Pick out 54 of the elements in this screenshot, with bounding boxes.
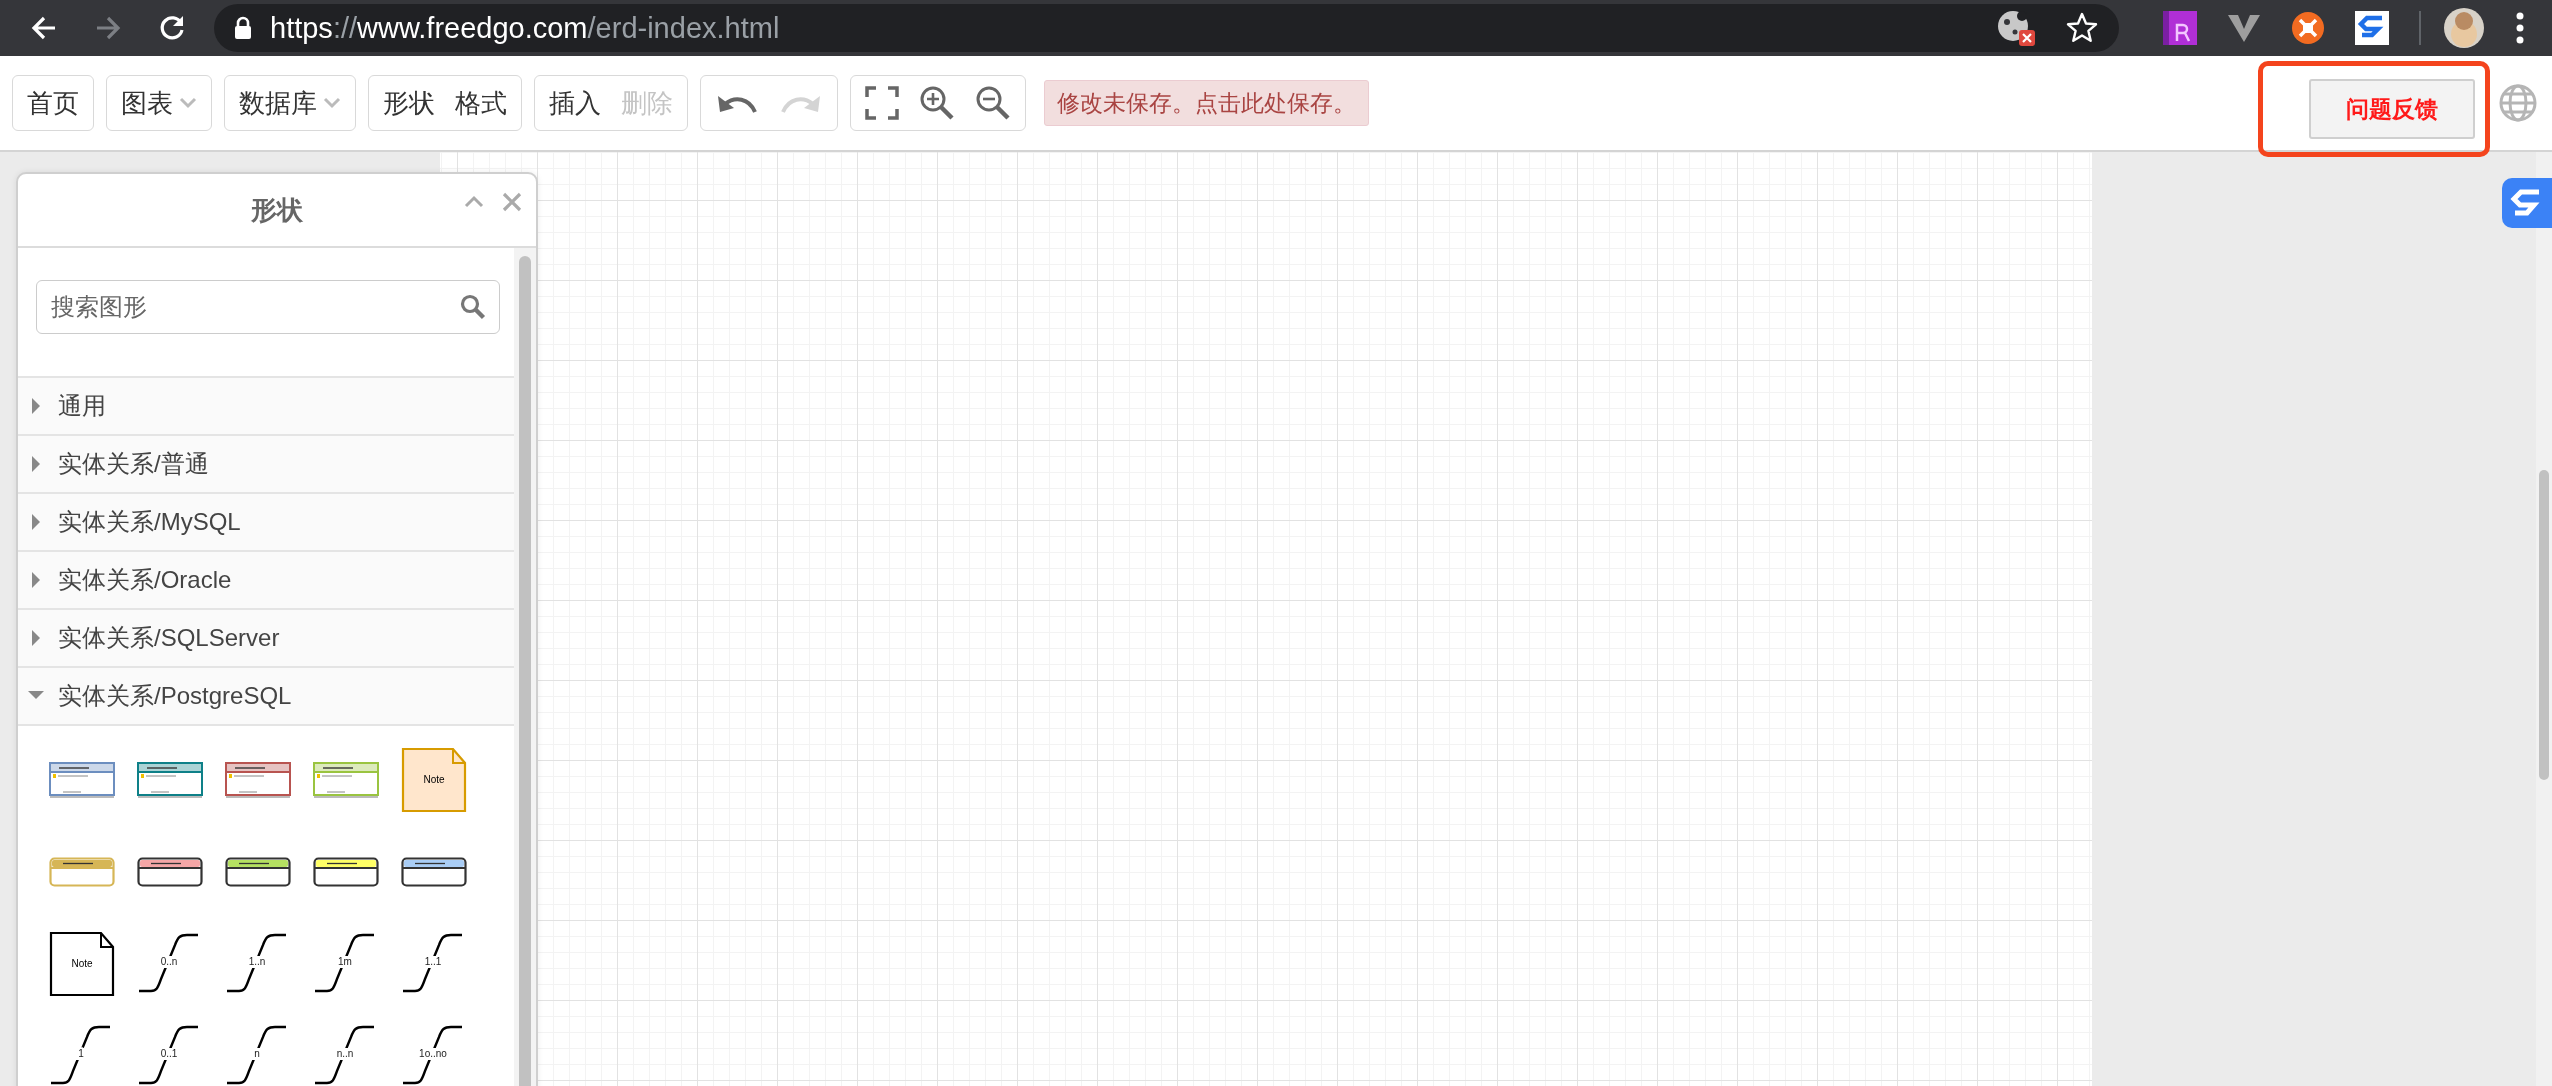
connector-icon [227, 933, 286, 993]
connector-icon [403, 1025, 462, 1085]
shape-label: 1..n [248, 956, 266, 967]
cross-circle-icon[interactable] [2291, 11, 2325, 45]
menu-button[interactable]: 数据库 [229, 77, 351, 129]
shape-label: Note [423, 774, 445, 785]
fullscreen-icon [865, 86, 899, 120]
category-item[interactable]: 实体关系/普通 [18, 436, 514, 494]
menu-icon[interactable] [2515, 11, 2525, 45]
shape-label: 0..1 [160, 1048, 178, 1059]
s-logo-icon[interactable] [2502, 178, 2552, 228]
connector-icon [403, 933, 462, 993]
connector-icon [315, 1025, 374, 1085]
category-item[interactable]: 实体关系/PostgreSQL [18, 668, 514, 726]
connector-icon [139, 1025, 198, 1085]
url-text[interactable]: https://www.freedgo.com/erd-index.html [270, 11, 780, 45]
shape-label: n [254, 1048, 260, 1059]
menu-button[interactable]: 格式 [445, 77, 517, 129]
search-icon [460, 294, 486, 320]
shape-label: 1o..no [419, 1048, 447, 1059]
category-item[interactable]: 实体关系/SQLServer [18, 610, 514, 668]
unsaved-notice[interactable]: 修改未保存。点击此处保存。 [1044, 80, 1369, 126]
menu-button[interactable]: 插入 [539, 77, 611, 129]
shape-label: n..n [336, 1048, 354, 1059]
avatar-icon[interactable] [2443, 7, 2485, 49]
connector-icon [227, 1025, 286, 1085]
caret-icon [323, 97, 341, 109]
connector-icon [139, 933, 198, 993]
feedback-button[interactable]: 问题反馈 [2309, 79, 2475, 139]
zoom-in-icon [919, 85, 955, 121]
star-icon[interactable] [2065, 11, 2099, 45]
category-item[interactable]: 实体关系/Oracle [18, 552, 514, 610]
search-field[interactable]: 搜索图形 [36, 280, 500, 334]
rp-extension-icon[interactable] [2163, 11, 2197, 45]
category-item[interactable]: 实体关系/MySQL [18, 494, 514, 552]
address-bar[interactable]: https://www.freedgo.com/erd-index.html [214, 4, 2119, 52]
shape-label: 1 [78, 1048, 84, 1059]
caret-icon [179, 97, 197, 109]
shape-label: 1m [338, 956, 352, 967]
panel-title: 形状 [251, 193, 303, 227]
scrollbar[interactable] [514, 248, 536, 1086]
s-logo-icon[interactable] [2355, 11, 2389, 45]
connector-icon [51, 1025, 110, 1085]
zoom-out-icon [975, 85, 1011, 121]
shape-label: 1..1 [424, 956, 442, 967]
page-scrollbar[interactable] [2536, 152, 2552, 1086]
menu-button[interactable]: 形状 [373, 77, 445, 129]
shape-label: Note [71, 958, 93, 969]
connector-icon [315, 933, 374, 993]
menu-button[interactable]: 图表 [111, 77, 207, 129]
shape-label: 0..n [160, 956, 178, 967]
lock-icon [234, 16, 252, 40]
category-item[interactable]: 通用 [18, 378, 514, 436]
menu-button[interactable]: 首页 [17, 77, 89, 129]
